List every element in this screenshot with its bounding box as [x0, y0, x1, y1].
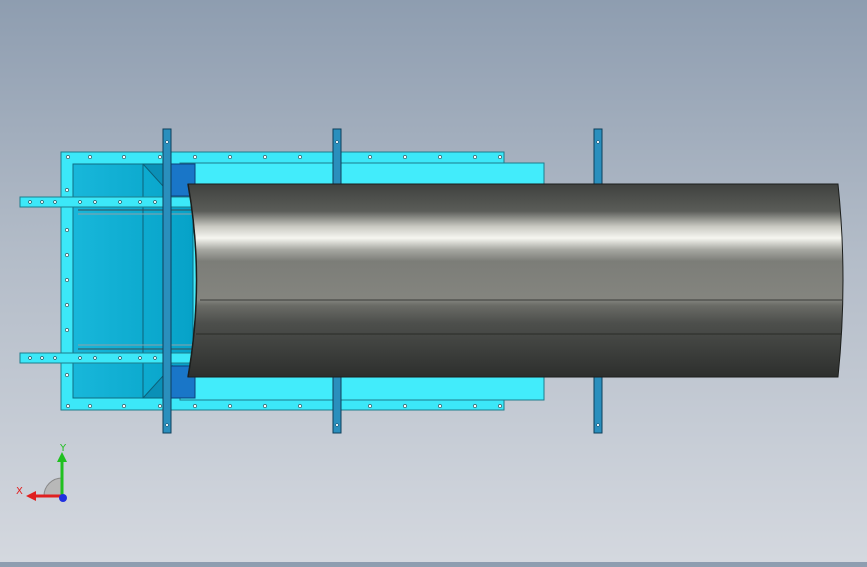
model-canvas[interactable] [0, 0, 867, 562]
z-axis-dot [59, 494, 67, 502]
duct-tube[interactable] [187, 183, 844, 378]
rib-1 [162, 128, 172, 434]
triad-graphic [26, 452, 67, 502]
cad-viewport[interactable] [0, 0, 867, 562]
x-axis-label: X [16, 486, 23, 497]
coordinate-triad: X Y [10, 440, 80, 510]
y-axis-label: Y [60, 443, 67, 454]
